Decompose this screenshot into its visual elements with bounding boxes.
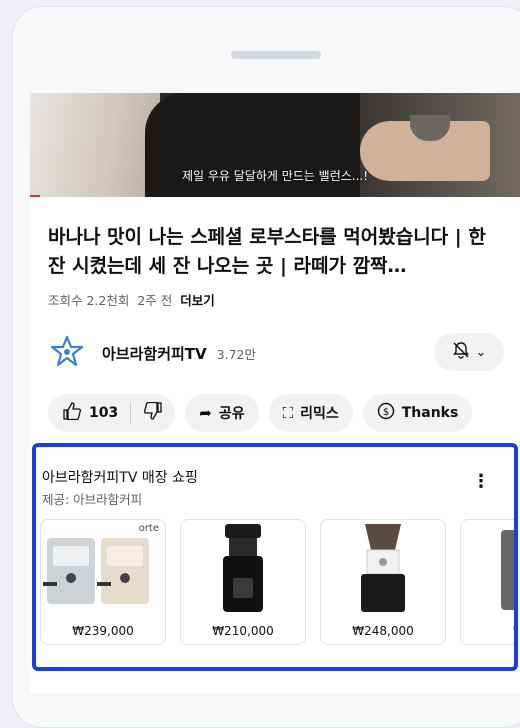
thanks-label: Thanks: [401, 405, 459, 421]
bell-off-icon: [452, 341, 470, 363]
product-price: ₩2: [461, 624, 514, 638]
drag-handle[interactable]: [231, 51, 321, 59]
notification-bell-button[interactable]: ⌄: [434, 333, 504, 371]
remix-label: 리믹스: [300, 406, 339, 422]
thanks-button[interactable]: $ Thanks: [362, 394, 473, 432]
video-player[interactable]: 제일 우유 달달하게 만드는 밸런스...!: [30, 93, 520, 197]
product-carousel[interactable]: orte ₩239,000 ₩210,000 ₩248,000: [40, 519, 514, 645]
share-button[interactable]: ➦ 공유: [185, 394, 259, 432]
channel-name[interactable]: 아브라함커피TV: [102, 343, 207, 364]
product-price: ₩210,000: [212, 624, 274, 638]
product-brand: orte: [138, 523, 159, 534]
product-card[interactable]: ₩248,000: [320, 519, 446, 645]
action-bar: 103 ➦ 공유 ⛶ 리믹스 $ Thanks: [48, 394, 473, 432]
video-screen: 제일 우유 달달하게 만드는 밸런스...! 바나나 맛이 나는 스페셜 로부스…: [30, 93, 520, 693]
kebab-icon[interactable]: ⋮: [472, 471, 490, 492]
more-link[interactable]: 더보기: [180, 293, 215, 308]
remix-icon: ⛶: [282, 404, 294, 422]
view-count: 조회수 2.2천회: [48, 293, 130, 308]
store-title[interactable]: 아브라함커피TV 매장 쇼핑: [42, 467, 198, 487]
subscriber-count: 3.72만: [216, 346, 256, 362]
like-dislike-button[interactable]: 103: [48, 394, 176, 432]
svg-text:$: $: [383, 407, 389, 418]
thumbs-down-icon[interactable]: [143, 401, 163, 424]
store-provider: 제공: 아브라함커피: [42, 492, 143, 507]
store-shopping-panel: 아브라함커피TV 매장 쇼핑 제공: 아브라함커피 ⋮ orte ₩239,00…: [32, 443, 518, 671]
share-icon: ➦: [199, 404, 212, 422]
product-card[interactable]: orte ₩239,000: [40, 519, 166, 645]
product-price: ₩248,000: [352, 624, 414, 638]
like-count: 103: [89, 405, 119, 421]
product-card[interactable]: ₩2: [460, 519, 514, 645]
espresso-machine-image: [41, 520, 165, 618]
video-subtitle: 제일 우유 달달하게 만드는 밸런스...!: [181, 169, 369, 183]
channel-row[interactable]: 아브라함커피TV 3.72만: [48, 335, 256, 371]
video-progress-bar[interactable]: [30, 195, 40, 197]
coffee-grinder-image: [181, 520, 305, 618]
chevron-down-icon: ⌄: [475, 344, 487, 360]
product-image: [461, 520, 514, 618]
video-meta[interactable]: 조회수 2.2천회 2주 전 더보기: [48, 290, 215, 309]
video-title[interactable]: 바나나 맛이 나는 스페셜 로부스타를 먹어봤습니다 | 한 잔 시켰는데 세 …: [48, 223, 508, 281]
thumbs-up-icon[interactable]: [62, 402, 82, 424]
share-label: 공유: [218, 406, 245, 422]
product-card[interactable]: ₩210,000: [180, 519, 306, 645]
upload-age: 2주 전: [137, 293, 173, 308]
channel-logo-icon[interactable]: [48, 335, 86, 371]
product-price: ₩239,000: [72, 624, 134, 638]
thanks-icon: $: [377, 402, 395, 424]
coffee-grinder-image: [321, 520, 445, 618]
remix-button[interactable]: ⛶ 리믹스: [268, 394, 353, 432]
